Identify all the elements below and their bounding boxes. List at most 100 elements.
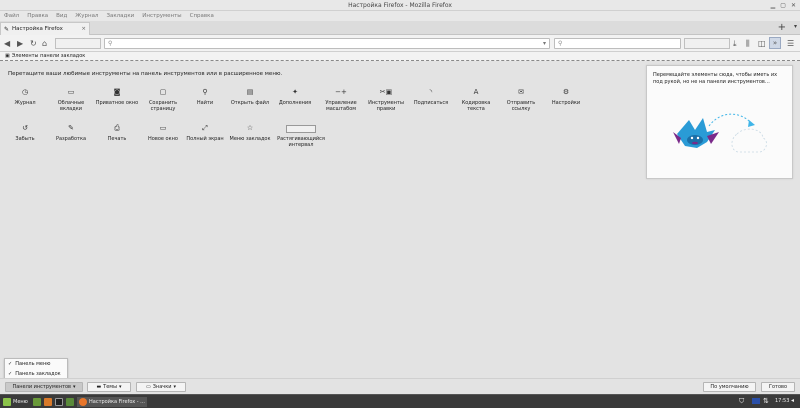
palette-item-email-link[interactable]: ✉ Отправить ссылку <box>498 87 544 112</box>
window-controls: ▁ ▢ ✕ <box>771 0 796 11</box>
palette-item-label: Разработка <box>55 136 87 142</box>
desktop-taskbar: Меню Настройка Firefox - ... ⛉ ⇅ 17:53 ◂ <box>0 394 800 408</box>
palette-item-flexible-space[interactable]: Растягивающийся интервал <box>275 123 327 148</box>
palette-item-label: Новое окно <box>148 136 178 142</box>
minimize-icon[interactable]: ▁ <box>771 0 776 11</box>
palette-item-save-page[interactable]: ▢ Сохранить страницу <box>140 87 186 112</box>
menu-bookmarks[interactable]: Закладки <box>106 11 134 21</box>
terminal-launcher-icon[interactable] <box>55 398 63 406</box>
tabs-list-icon[interactable]: ▾ <box>794 23 797 30</box>
tab-customize[interactable]: ✎ Настройка Firefox × <box>0 22 90 35</box>
menu-bar: Файл Правка Вид Журнал Закладки Инструме… <box>0 11 800 21</box>
search-icon: ⚲ <box>108 40 113 47</box>
maximize-icon[interactable]: ▢ <box>780 0 786 11</box>
check-icon: ✓ <box>8 371 13 377</box>
history-icon: ◷ <box>21 88 29 96</box>
restore-defaults-button[interactable]: По умолчанию <box>703 382 756 392</box>
folder-icon: ▤ <box>246 88 254 96</box>
start-menu-button[interactable]: Меню <box>3 397 28 407</box>
forward-icon[interactable]: ▶ <box>17 38 23 49</box>
palette-item-cloud-tabs[interactable]: ▭ Облачные вкладки <box>48 87 94 112</box>
done-button-label: Готово <box>768 384 788 390</box>
popup-option-menu-bar[interactable]: ✓ Панель меню <box>5 359 67 369</box>
customize-footer: Панели инструментов ▾ ▬ Темы ▾ ▭ Значки … <box>0 378 800 394</box>
keyboard-layout-icon[interactable] <box>752 398 760 404</box>
reload-icon[interactable]: ↻ <box>30 38 37 49</box>
palette-item-fullscreen[interactable]: ⤢ Полный экран <box>182 123 228 142</box>
home-icon[interactable]: ⌂ <box>42 38 47 49</box>
palette-item-label: Печать <box>107 136 127 142</box>
star-icon: ☆ <box>246 124 254 132</box>
toolbars-button[interactable]: Панели инструментов ▾ <box>5 382 83 392</box>
palette-item-label: Открыть файл <box>230 100 270 106</box>
back-icon[interactable]: ◀ <box>4 38 10 49</box>
taskbar-window-firefox[interactable]: Настройка Firefox - ... <box>77 397 147 407</box>
palette-item-zoom-controls[interactable]: −+ Управление масштабом <box>318 87 364 112</box>
menu-view[interactable]: Вид <box>56 11 67 21</box>
firefox-icon <box>79 398 87 406</box>
themes-button[interactable]: ▬ Темы ▾ <box>87 382 131 392</box>
download-icon[interactable]: ⤓ <box>733 38 737 49</box>
palette-item-settings[interactable]: ⚙ Настройки <box>543 87 589 106</box>
palette-item-find[interactable]: ⚲ Найти <box>182 87 228 106</box>
new-tab-icon[interactable]: + <box>778 22 786 34</box>
firefox-launcher-icon[interactable] <box>44 398 52 406</box>
show-desktop-icon[interactable] <box>33 398 41 406</box>
bookmarks-toolbar-items[interactable]: Элементы панели закладок <box>12 53 86 59</box>
network-icon[interactable]: ⇅ <box>763 397 769 405</box>
menu-tools[interactable]: Инструменты <box>142 11 181 21</box>
laptop-icon: ▭ <box>67 88 75 96</box>
menu-file[interactable]: Файл <box>4 11 19 21</box>
url-dropdown-icon[interactable]: ▾ <box>543 40 546 47</box>
palette-item-developer[interactable]: ✎ Разработка <box>48 123 94 142</box>
mint-logo-icon <box>3 398 11 406</box>
menu-edit[interactable]: Правка <box>27 11 48 21</box>
palette-instructions: Перетащите ваши любимые инструменты на п… <box>8 71 283 77</box>
search-bar[interactable]: ⚲ <box>554 38 681 49</box>
palette-item-encoding[interactable]: A Кодировка текста <box>453 87 499 112</box>
palette-item-label: Журнал <box>14 100 36 106</box>
gear-icon: ⚙ <box>562 88 570 96</box>
icons-button[interactable]: ▭ Значки ▾ <box>136 382 186 392</box>
flexible-space-box <box>286 125 316 133</box>
overflow-menu-icon[interactable]: » <box>769 37 781 49</box>
palette-item-print[interactable]: ⎙ Печать <box>94 123 140 142</box>
hamburger-menu-icon[interactable]: ☰ <box>787 38 794 49</box>
window-icon: ▭ <box>159 124 167 132</box>
palette-item-label: Подписаться <box>413 100 449 106</box>
palette-item-subscribe[interactable]: ◝ Подписаться <box>408 87 454 106</box>
cut-copy-paste-icon: ✂▣ <box>379 88 393 96</box>
palette-item-forget[interactable]: ↺ Забыть <box>2 123 48 142</box>
themes-icon: ▬ <box>96 384 102 390</box>
check-icon: ✓ <box>8 361 13 367</box>
popup-option-label: Панель меню <box>15 361 51 367</box>
palette-item-label: Растягивающийся интервал <box>277 136 325 148</box>
palette-item-edit-controls[interactable]: ✂▣ Инструменты правки <box>363 87 409 112</box>
rss-icon: ◝ <box>429 88 433 96</box>
url-bar[interactable]: ⚲ ▾ <box>104 38 550 49</box>
palette-item-new-window[interactable]: ▭ Новое окно <box>140 123 186 142</box>
dragon-mascot-icon <box>673 113 767 153</box>
customization-area: Перетащите ваши любимые инструменты на п… <box>0 61 800 378</box>
sidebar-icon[interactable]: ◫ <box>758 38 766 49</box>
tab-bar: ✎ Настройка Firefox × + ▾ <box>0 21 800 35</box>
done-button[interactable]: Готово <box>761 382 795 392</box>
zoom-icon: −+ <box>335 88 347 96</box>
menu-help[interactable]: Справка <box>190 11 214 21</box>
palette-item-private-window[interactable]: ◙ Приватное окно <box>94 87 140 106</box>
restore-defaults-label: По умолчанию <box>710 384 749 390</box>
palette-item-bookmarks-menu[interactable]: ☆ Меню закладок <box>227 123 273 142</box>
palette-item-history[interactable]: ◷ Журнал <box>2 87 48 106</box>
toolbars-button-label: Панели инструментов <box>12 384 72 390</box>
shield-icon[interactable]: ⛉ <box>739 397 744 406</box>
palette-item-label: Инструменты правки <box>368 100 404 112</box>
palette-item-addons[interactable]: ✦ Дополнения <box>272 87 318 106</box>
magnifier-icon: ⚲ <box>202 88 208 96</box>
tab-close-icon[interactable]: × <box>81 26 86 32</box>
close-window-icon[interactable]: ✕ <box>791 0 796 11</box>
palette-item-open-file[interactable]: ▤ Открыть файл <box>227 87 273 106</box>
library-icon[interactable]: ⫼ <box>746 38 750 49</box>
files-launcher-icon[interactable] <box>66 398 74 406</box>
volume-icon[interactable]: ◂ <box>791 397 794 404</box>
menu-history[interactable]: Журнал <box>75 11 98 21</box>
